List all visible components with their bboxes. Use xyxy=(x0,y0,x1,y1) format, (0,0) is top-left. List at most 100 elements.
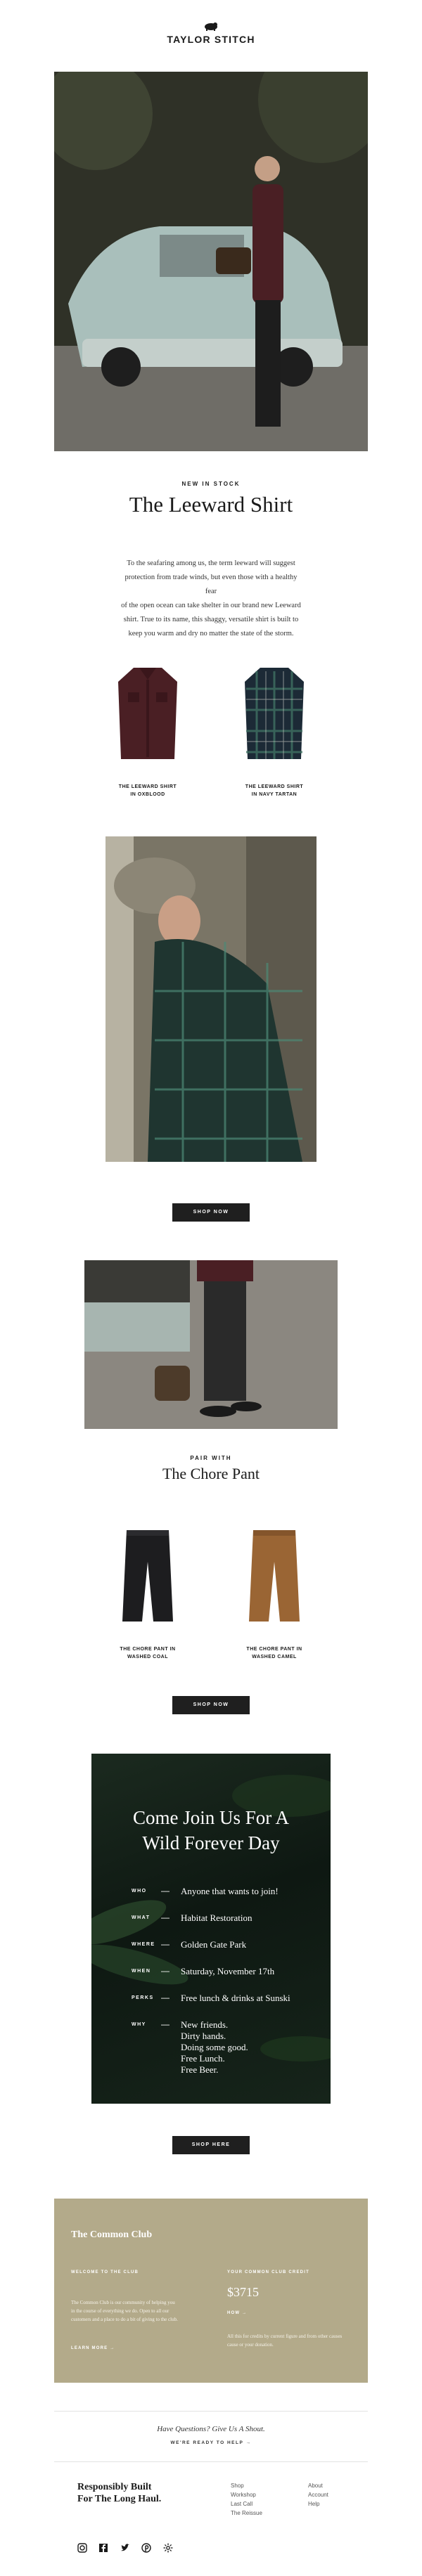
model-photo-plaid[interactable] xyxy=(106,836,316,1162)
event-title-line: Wild Forever Day xyxy=(142,1832,280,1853)
hero-image[interactable] xyxy=(54,72,368,451)
event-value-line: Free Lunch. xyxy=(181,2053,225,2064)
settings-icon[interactable] xyxy=(163,2543,173,2553)
product-name-line: THE CHORE PANT IN xyxy=(120,1647,176,1652)
footer-link-account[interactable]: Account xyxy=(308,2490,328,2499)
shop-now-button[interactable]: SHOP NOW xyxy=(172,1696,250,1714)
body-line: of the open ocean can take shelter in ou… xyxy=(121,602,301,609)
product-card-oxblood[interactable]: THE LEEWARD SHIRT IN OXBLOOD xyxy=(95,664,200,798)
event-value-line: New friends. xyxy=(181,2019,229,2030)
event-value: Anyone that wants to join! xyxy=(181,1886,279,1896)
product-card-navy-tartan[interactable]: THE LEEWARD SHIRT IN NAVY TARTAN xyxy=(222,664,327,798)
questions-text: Have Questions? Give Us A Shout. xyxy=(157,2425,265,2433)
hero-illustration xyxy=(54,72,368,451)
event-label: WHERE xyxy=(132,1942,155,1947)
body-line: To the seafaring among us, the term leew… xyxy=(127,559,295,567)
twitter-icon[interactable] xyxy=(120,2543,130,2553)
club-how-text: All this for credits by current figure a… xyxy=(227,2332,361,2349)
footer-link-last-call[interactable]: Last Call xyxy=(231,2499,262,2509)
common-club-panel: The Common Club WELCOME TO THE CLUB The … xyxy=(54,2199,368,2383)
email-page: TAYLOR STITCH NEW IN STOCK The Leeward S… xyxy=(0,0,422,2576)
event-title-line: Come Join Us For A xyxy=(132,1807,290,1828)
product-card-washed-camel[interactable]: THE CHORE PANT IN WASHED CAMEL xyxy=(222,1527,327,1661)
dash-icon: — xyxy=(161,1939,170,1949)
product-name-line: THE LEEWARD SHIRT xyxy=(245,784,304,789)
how-link[interactable]: HOW → xyxy=(227,2311,247,2315)
body-line: shirt. True to its name, this shaggy, ve… xyxy=(123,616,299,623)
club-welcome-text: The Common Club is our community of help… xyxy=(71,2298,205,2324)
divider xyxy=(54,2411,368,2412)
dash-icon: — xyxy=(161,1993,170,2002)
product-name: THE CHORE PANT IN WASHED CAMEL xyxy=(222,1645,327,1661)
shop-here-button[interactable]: SHOP HERE xyxy=(172,2136,250,2154)
footer-link-workshop[interactable]: Workshop xyxy=(231,2490,262,2499)
brand-logo[interactable]: TAYLOR STITCH xyxy=(0,21,422,46)
event-value: New friends. Dirty hands. Doing some goo… xyxy=(181,2019,248,2076)
pant-lifestyle-photo[interactable] xyxy=(84,1260,338,1429)
product-name-line: WASHED COAL xyxy=(127,1655,168,1659)
club-text-line: All this for credits by current figure a… xyxy=(227,2334,343,2339)
event-label: WHEN xyxy=(132,1969,151,1974)
event-label: PERKS xyxy=(132,1995,154,2000)
product-name-line: IN OXBLOOD xyxy=(130,792,165,797)
help-link[interactable]: WE'RE READY TO HELP → xyxy=(0,2440,422,2445)
event-label: WHY xyxy=(132,2022,146,2027)
event-value: Golden Gate Park xyxy=(181,1939,247,1950)
divider xyxy=(54,2461,368,2462)
event-title: Come Join Us For A Wild Forever Day xyxy=(91,1805,331,1856)
body-line: keep you warm and dry no matter the stat… xyxy=(128,630,294,637)
section-eyebrow: NEW IN STOCK xyxy=(181,481,241,487)
event-label: WHAT xyxy=(132,1915,151,1920)
shirt-oxblood-image xyxy=(118,668,177,759)
pant-camel-image xyxy=(249,1530,300,1622)
footer-link-help[interactable]: Help xyxy=(308,2499,328,2509)
brand-name: TAYLOR STITCH xyxy=(167,34,255,45)
tagline-line: For The Long Haul. xyxy=(77,2494,162,2504)
pant-coal-image xyxy=(122,1530,173,1622)
club-welcome-label: WELCOME TO THE CLUB xyxy=(71,2270,139,2274)
footer-link-shop[interactable]: Shop xyxy=(231,2481,262,2490)
pant-lifestyle-illustration xyxy=(84,1260,338,1429)
pinterest-icon[interactable] xyxy=(141,2543,152,2553)
club-text-line: in the course of everything we do. Open … xyxy=(71,2308,170,2314)
product-name-line: WASHED CAMEL xyxy=(252,1655,297,1659)
footer-link-about[interactable]: About xyxy=(308,2481,328,2490)
event-value: Free lunch & drinks at Sunski xyxy=(181,1993,290,2003)
event-value-line: Doing some good. xyxy=(181,2042,248,2052)
product-name: THE CHORE PANT IN WASHED COAL xyxy=(95,1645,200,1661)
section-body: To the seafaring among us, the term leew… xyxy=(120,557,302,641)
product-name-line: IN NAVY TARTAN xyxy=(251,792,298,797)
club-text-line: customers and a place to do a bit of giv… xyxy=(71,2317,178,2322)
club-text-line: The Common Club is our community of help… xyxy=(71,2300,175,2305)
instagram-icon[interactable] xyxy=(77,2543,87,2553)
event-card: Come Join Us For A Wild Forever Day WHO … xyxy=(91,1754,331,2104)
event-value-line: Free Beer. xyxy=(181,2064,219,2075)
section-title: The Chore Pant xyxy=(162,1465,260,1482)
footer-tagline: Responsibly Built For The Long Haul. xyxy=(77,2481,161,2505)
product-name: THE LEEWARD SHIRT IN NAVY TARTAN xyxy=(222,783,327,798)
product-card-washed-coal[interactable]: THE CHORE PANT IN WASHED COAL xyxy=(95,1527,200,1661)
event-value: Saturday, November 17th xyxy=(181,1966,275,1976)
club-title: The Common Club xyxy=(71,2229,153,2240)
model-illustration xyxy=(106,836,316,1162)
footer-link-reissue[interactable]: The Reissue xyxy=(231,2509,262,2518)
learn-more-link[interactable]: LEARN MORE → xyxy=(71,2346,115,2350)
footer-links-shop: Shop Workshop Last Call The Reissue xyxy=(231,2481,262,2518)
dash-icon: — xyxy=(161,2019,170,2029)
facebook-icon[interactable] xyxy=(98,2543,108,2553)
shirt-navy-tartan-image xyxy=(245,668,304,759)
event-value-line: Dirty hands. xyxy=(181,2031,226,2041)
tagline-line: Responsibly Built xyxy=(77,2482,152,2492)
bear-icon xyxy=(205,22,217,31)
shop-now-button[interactable]: SHOP NOW xyxy=(172,1203,250,1222)
section-title: The Leeward Shirt xyxy=(129,492,293,517)
dash-icon: — xyxy=(161,1886,170,1896)
social-links xyxy=(77,2543,181,2556)
product-name-line: THE CHORE PANT IN xyxy=(246,1647,302,1652)
event-label: WHO xyxy=(132,1889,147,1894)
body-line: protection from trade winds, but even th… xyxy=(124,574,298,595)
footer-links-info: About Account Help xyxy=(308,2481,328,2509)
club-text-line: cause or your donation. xyxy=(227,2342,274,2348)
product-name: THE LEEWARD SHIRT IN OXBLOOD xyxy=(95,783,200,798)
section-eyebrow: PAIR WITH xyxy=(190,1455,232,1461)
